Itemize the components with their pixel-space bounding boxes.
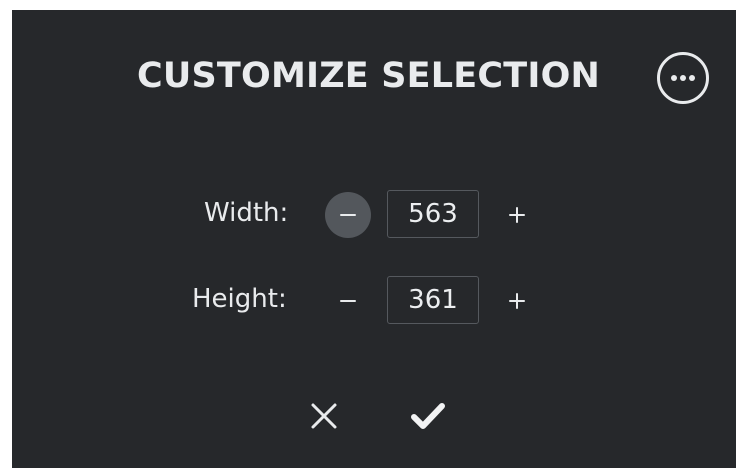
height-label: Height:: [192, 284, 287, 314]
close-icon: [311, 403, 337, 429]
width-increment-button[interactable]: [494, 192, 540, 238]
confirm-button[interactable]: [402, 390, 454, 442]
minus-icon: [340, 299, 356, 303]
height-decrement-button[interactable]: [325, 278, 371, 324]
cancel-button[interactable]: [298, 390, 350, 442]
checkmark-icon: [411, 403, 445, 429]
plus-icon: [509, 293, 525, 309]
width-decrement-button[interactable]: [325, 192, 371, 238]
minus-icon: [340, 213, 356, 217]
more-horizontal-icon: [671, 75, 695, 81]
width-input[interactable]: 563: [387, 190, 479, 238]
height-input[interactable]: 361: [387, 276, 479, 324]
dialog-title: CUSTOMIZE SELECTION: [137, 56, 601, 96]
plus-icon: [509, 207, 525, 223]
more-options-button[interactable]: [657, 52, 709, 104]
width-label: Width:: [204, 198, 289, 228]
height-increment-button[interactable]: [494, 278, 540, 324]
customize-selection-dialog: CUSTOMIZE SELECTION Width: 563 Height: 3…: [12, 10, 736, 468]
